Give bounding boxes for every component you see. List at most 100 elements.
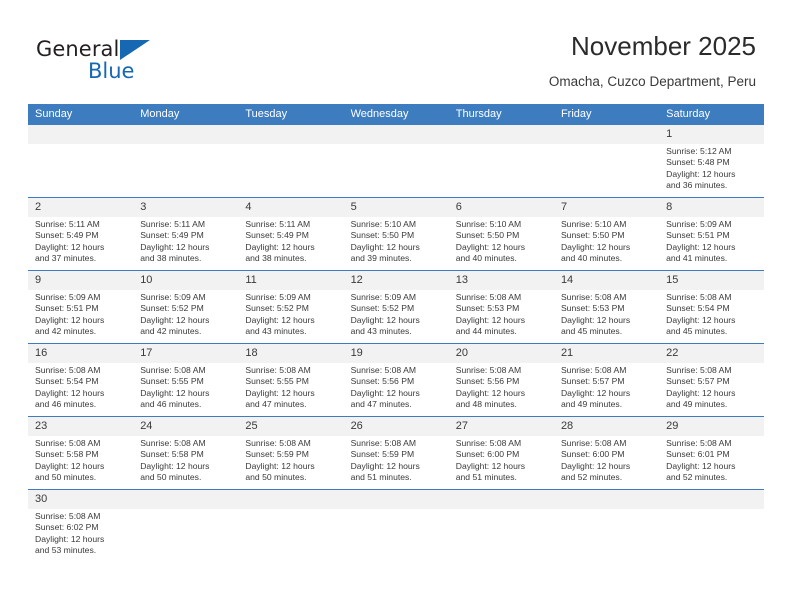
calendar-day-cell[interactable]: 9 Sunrise: 5:09 AM Sunset: 5:51 PM Daylight… (28, 270, 134, 344)
calendar-day-cell[interactable]: 14 Sunrise: 5:08 AM Sunset: 5:53 PM Dayligh… (553, 270, 660, 344)
day-number: 10 (133, 271, 239, 290)
daylight-text-line2: and 51 minutes. (350, 471, 412, 482)
sunrise-text: Sunrise: 5:08 AM (455, 292, 522, 302)
calendar-day-cell[interactable]: 23 Sunrise: 5:08 AM Sunset: 5:58 PM Dayligh… (28, 416, 134, 490)
daylight-text-line2: and 53 minutes. (35, 544, 97, 555)
calendar-day-cell[interactable]: 22 Sunrise: 5:08 AM Sunset: 5:57 PM Dayligh… (659, 343, 765, 417)
sunrise-text: Sunrise: 5:08 AM (245, 365, 311, 375)
sunrise-text: Sunrise: 5:08 AM (455, 438, 522, 448)
calendar-page: General Blue November 2025 Omacha, Cuzco… (0, 0, 792, 612)
calendar-day-cell-empty (448, 125, 554, 198)
day-details: Sunrise: 5:11 AM Sunset: 5:49 PM Daylight:… (133, 217, 238, 264)
calendar-day-cell[interactable]: 29 Sunrise: 5:08 AM Sunset: 6:01 PM Dayligh… (659, 416, 765, 490)
daylight-text-line1: Daylight: 12 hours (140, 460, 210, 471)
day-cell-inner: 22 Sunrise: 5:08 AM Sunset: 5:57 PM Dayligh… (659, 344, 765, 416)
daylight-text-line2: and 44 minutes. (455, 325, 517, 336)
calendar-day-cell[interactable]: 12 Sunrise: 5:09 AM Sunset: 5:52 PM Dayligh… (343, 270, 449, 344)
day-number: 23 (28, 417, 134, 436)
day-details: Sunrise: 5:08 AM Sunset: 5:57 PM Daylight:… (659, 363, 764, 410)
calendar-day-cell[interactable]: 2 Sunrise: 5:11 AM Sunset: 5:49 PM Daylight… (28, 197, 134, 271)
daylight-text-line2: and 45 minutes. (560, 325, 623, 336)
calendar-day-cell-empty (238, 490, 344, 563)
calendar-day-cell[interactable]: 5 Sunrise: 5:10 AM Sunset: 5:50 PM Daylight… (343, 197, 449, 271)
day-details: Sunrise: 5:08 AM Sunset: 5:56 PM Daylight:… (344, 363, 449, 410)
calendar-day-cell[interactable]: 27 Sunrise: 5:08 AM Sunset: 6:00 PM Dayligh… (448, 416, 554, 490)
sunrise-text: Sunrise: 5:08 AM (35, 511, 101, 521)
sunrise-text: Sunrise: 5:08 AM (350, 438, 417, 448)
day-cell-inner: 21 Sunrise: 5:08 AM Sunset: 5:57 PM Dayligh… (553, 344, 660, 416)
day-details: Sunrise: 5:08 AM Sunset: 5:54 PM Daylight:… (28, 363, 133, 410)
calendar-day-cell[interactable]: 28 Sunrise: 5:08 AM Sunset: 6:00 PM Dayligh… (553, 416, 660, 490)
calendar-day-cell[interactable]: 21 Sunrise: 5:08 AM Sunset: 5:57 PM Dayligh… (553, 343, 660, 417)
daylight-text-line1: Daylight: 12 hours (350, 387, 420, 398)
day-cell-inner (659, 490, 765, 562)
calendar-week-row: 30 Sunrise: 5:08 AM Sunset: 6:02 PM Dayligh… (28, 490, 765, 563)
daylight-text-line2: and 49 minutes. (666, 398, 728, 409)
calendar-day-cell[interactable]: 19 Sunrise: 5:08 AM Sunset: 5:56 PM Dayligh… (343, 343, 449, 417)
daylight-text-line2: and 48 minutes. (455, 398, 517, 409)
calendar-day-cell[interactable]: 11 Sunrise: 5:09 AM Sunset: 5:52 PM Dayligh… (238, 270, 344, 344)
sunset-text: Sunset: 5:57 PM (560, 376, 625, 387)
sunset-text: Sunset: 5:49 PM (140, 230, 204, 241)
calendar-day-cell[interactable]: 30 Sunrise: 5:08 AM Sunset: 6:02 PM Dayligh… (28, 490, 134, 563)
day-details: Sunrise: 5:10 AM Sunset: 5:50 PM Daylight:… (449, 217, 554, 264)
calendar-day-cell[interactable]: 1 Sunrise: 5:12 AM Sunset: 5:48 PM Daylight… (659, 125, 765, 198)
calendar-day-cell[interactable]: 10 Sunrise: 5:09 AM Sunset: 5:52 PM Dayligh… (133, 270, 239, 344)
day-details: Sunrise: 5:08 AM Sunset: 5:57 PM Daylight:… (554, 363, 659, 410)
day-number: 16 (28, 344, 134, 363)
day-cell-inner: 13 Sunrise: 5:08 AM Sunset: 5:53 PM Dayligh… (448, 271, 554, 343)
daylight-text-line2: and 46 minutes. (35, 398, 97, 409)
day-details: Sunrise: 5:08 AM Sunset: 6:01 PM Daylight:… (659, 436, 764, 483)
day-number: 25 (238, 417, 344, 436)
daylight-text-line2: and 50 minutes. (245, 471, 307, 482)
day-number: 20 (448, 344, 554, 363)
calendar-day-cell[interactable]: 26 Sunrise: 5:08 AM Sunset: 5:59 PM Dayligh… (343, 416, 449, 490)
day-number: 9 (28, 271, 134, 290)
calendar-day-cell[interactable]: 4 Sunrise: 5:11 AM Sunset: 5:49 PM Daylight… (238, 197, 344, 271)
daylight-text-line2: and 50 minutes. (140, 471, 202, 482)
day-details: Sunrise: 5:08 AM Sunset: 5:56 PM Daylight:… (449, 363, 554, 410)
sunrise-text: Sunrise: 5:08 AM (560, 365, 627, 375)
day-number: 7 (553, 198, 660, 217)
day-cell-inner: 18 Sunrise: 5:08 AM Sunset: 5:55 PM Dayligh… (238, 344, 344, 416)
day-details: Sunrise: 5:08 AM Sunset: 5:53 PM Daylight:… (449, 290, 554, 337)
calendar-day-cell[interactable]: 7 Sunrise: 5:10 AM Sunset: 5:50 PM Daylight… (553, 197, 660, 271)
sunset-text: Sunset: 5:56 PM (350, 376, 415, 387)
calendar-week-row: 9 Sunrise: 5:09 AM Sunset: 5:51 PM Daylight… (28, 270, 765, 344)
calendar-day-cell-empty (343, 490, 449, 563)
daylight-text-line1: Daylight: 12 hours (350, 241, 420, 252)
calendar-day-cell[interactable]: 6 Sunrise: 5:10 AM Sunset: 5:50 PM Daylight… (448, 197, 554, 271)
day-cell-inner (28, 125, 134, 197)
day-number: 1 (659, 125, 765, 144)
day-number: 11 (238, 271, 344, 290)
daylight-text-line1: Daylight: 12 hours (666, 314, 736, 325)
day-cell-inner (343, 125, 449, 197)
calendar-day-cell[interactable]: 25 Sunrise: 5:08 AM Sunset: 5:59 PM Dayligh… (238, 416, 344, 490)
calendar-day-cell[interactable]: 18 Sunrise: 5:08 AM Sunset: 5:55 PM Dayligh… (238, 343, 344, 417)
daylight-text-line1: Daylight: 12 hours (35, 533, 105, 544)
daylight-text-line2: and 38 minutes. (140, 252, 202, 263)
calendar-body: 1 Sunrise: 5:12 AM Sunset: 5:48 PM Daylight… (28, 125, 765, 563)
calendar-day-cell[interactable]: 17 Sunrise: 5:08 AM Sunset: 5:55 PM Dayligh… (133, 343, 239, 417)
calendar-day-cell[interactable]: 16 Sunrise: 5:08 AM Sunset: 5:54 PM Dayligh… (28, 343, 134, 417)
calendar-day-cell[interactable]: 24 Sunrise: 5:08 AM Sunset: 5:58 PM Dayligh… (133, 416, 239, 490)
daylight-text-line2: and 41 minutes. (666, 252, 728, 263)
calendar-day-cell[interactable]: 3 Sunrise: 5:11 AM Sunset: 5:49 PM Daylight… (133, 197, 239, 271)
daylight-text-line1: Daylight: 12 hours (35, 314, 105, 325)
day-details: Sunrise: 5:08 AM Sunset: 5:59 PM Daylight:… (238, 436, 343, 483)
sunset-text: Sunset: 5:51 PM (666, 230, 730, 241)
page-subtitle: Omacha, Cuzco Department, Peru (548, 74, 756, 89)
calendar-day-cell[interactable]: 20 Sunrise: 5:08 AM Sunset: 5:56 PM Dayligh… (448, 343, 554, 417)
day-number (238, 125, 344, 144)
day-cell-inner: 26 Sunrise: 5:08 AM Sunset: 5:59 PM Dayligh… (343, 417, 449, 489)
calendar-day-cell[interactable]: 8 Sunrise: 5:09 AM Sunset: 5:51 PM Daylight… (659, 197, 765, 271)
sunset-text: Sunset: 5:52 PM (245, 303, 309, 314)
daylight-text-line1: Daylight: 12 hours (350, 314, 420, 325)
calendar-day-cell[interactable]: 15 Sunrise: 5:08 AM Sunset: 5:54 PM Dayligh… (659, 270, 765, 344)
day-cell-inner: 29 Sunrise: 5:08 AM Sunset: 6:01 PM Dayligh… (659, 417, 765, 489)
calendar-week-row: 16 Sunrise: 5:08 AM Sunset: 5:54 PM Dayligh… (28, 343, 765, 417)
calendar-day-cell[interactable]: 13 Sunrise: 5:08 AM Sunset: 5:53 PM Dayligh… (448, 270, 554, 344)
daylight-text-line2: and 42 minutes. (35, 325, 97, 336)
day-cell-inner: 24 Sunrise: 5:08 AM Sunset: 5:58 PM Dayligh… (133, 417, 239, 489)
calendar-day-cell-empty (659, 490, 765, 563)
